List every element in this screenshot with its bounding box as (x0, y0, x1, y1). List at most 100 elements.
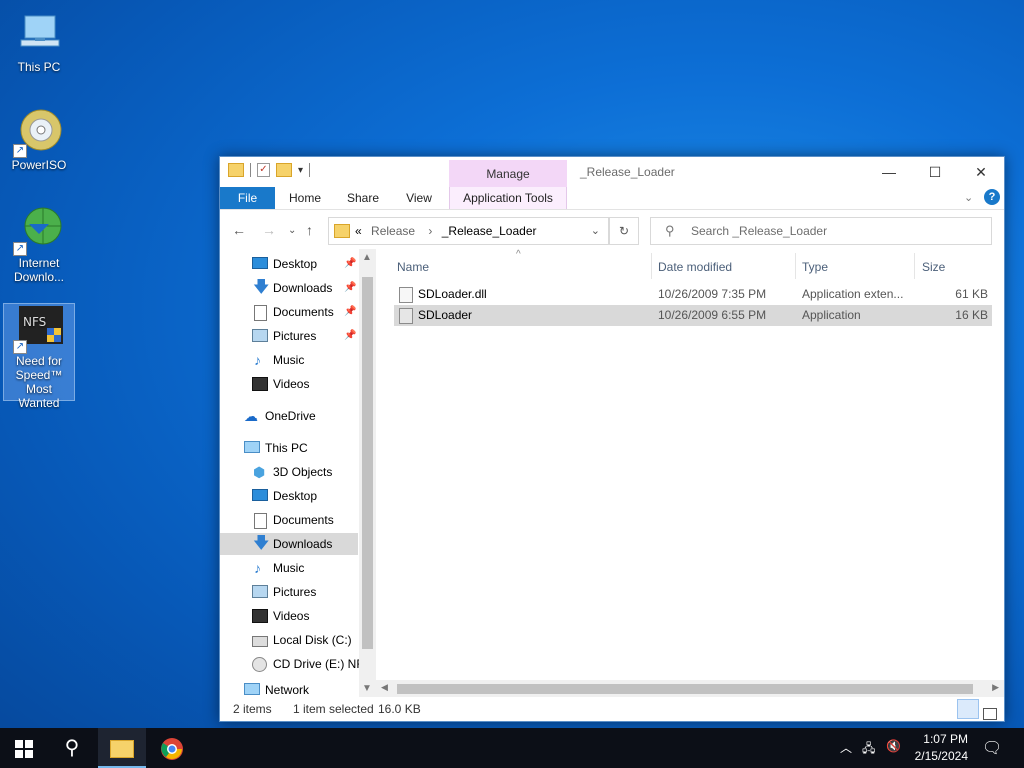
search-button[interactable]: ⚲ (48, 728, 96, 768)
column-header-size[interactable]: Size (922, 260, 945, 274)
nav-item-music[interactable]: ♪ Music (220, 349, 360, 371)
navigation-pane: Desktop 📌 🡇 Downloads 📌 Documents 📌 Pict… (220, 249, 375, 697)
back-arrow-icon[interactable]: ← (232, 222, 246, 238)
nav-item-local-disk[interactable]: Local Disk (C:) (220, 629, 360, 651)
nav-item-videos[interactable]: Videos (220, 373, 360, 395)
nav-label: CD Drive (E:) NFS (273, 657, 372, 671)
music-icon: ♪ (254, 352, 261, 368)
scrollbar-thumb[interactable] (362, 277, 373, 649)
divider (914, 253, 915, 279)
forward-arrow-icon[interactable]: → (262, 222, 276, 238)
column-header-date[interactable]: Date modified (658, 260, 732, 274)
pin-icon: 📌 (344, 282, 357, 293)
nav-item-cd-drive[interactable]: CD Drive (E:) NFS (220, 653, 372, 675)
title-bar: ✓ ▾ Manage _Release_Loader — ☐ ✕ (220, 157, 1004, 188)
scroll-down-icon[interactable]: ▼ (362, 683, 372, 694)
nav-item-music[interactable]: ♪ Music (220, 557, 360, 579)
breadcrumb-item-release-loader[interactable]: _Release_Loader (442, 224, 537, 238)
nav-item-desktop[interactable]: Desktop 📌 (220, 253, 360, 275)
tab-manage[interactable]: Manage (449, 160, 567, 188)
column-header-type[interactable]: Type (802, 260, 828, 274)
recent-locations-icon[interactable]: ⌄ (288, 225, 296, 236)
scroll-up-icon[interactable]: ▲ (362, 252, 372, 263)
shortcut-arrow-icon: ↗ (13, 340, 27, 354)
file-size: 16 KB (955, 308, 988, 322)
status-item-count: 2 items (233, 702, 272, 716)
clock[interactable]: 1:07 PM 2/15/2024 (912, 732, 968, 763)
new-folder-icon[interactable] (276, 163, 292, 177)
customize-qat-icon[interactable]: ▾ (298, 165, 303, 176)
computer-icon (244, 441, 260, 453)
nav-scrollbar[interactable]: ▲ ▼ (359, 249, 376, 697)
nav-label: Desktop (273, 489, 318, 503)
nav-item-this-pc[interactable]: This PC (220, 437, 360, 459)
tab-file[interactable]: File (220, 187, 275, 209)
nav-item-pictures[interactable]: Pictures (220, 581, 360, 603)
nav-label: OneDrive (265, 409, 316, 423)
help-icon[interactable]: ? (984, 189, 1000, 205)
scroll-left-icon[interactable]: ◀ (381, 682, 388, 693)
large-icons-view-button[interactable] (979, 699, 1001, 720)
scrollbar-thumb[interactable] (397, 684, 973, 694)
expand-ribbon-icon[interactable]: ⌄ (964, 191, 973, 204)
taskbar-chrome[interactable] (148, 728, 196, 768)
search-icon: ⚲ (64, 737, 80, 759)
desktop-icon-internet-download-manager[interactable]: ↗ Internet Downlo... (4, 206, 74, 284)
nav-label: Local Disk (C:) (273, 633, 352, 647)
file-type: Application (802, 308, 861, 322)
refresh-button[interactable]: ↻ (609, 217, 639, 245)
nav-item-downloads[interactable]: 🡇 Downloads 📌 (220, 277, 360, 299)
file-row[interactable]: SDLoader.dll 10/26/2009 7:35 PM Applicat… (394, 284, 992, 305)
breadcrumb-overflow[interactable]: « (355, 224, 362, 238)
desktop-icon-poweriso[interactable]: ↗ PowerISO (4, 108, 74, 172)
nav-item-documents[interactable]: Documents 📌 (220, 301, 360, 323)
column-headers: ^ Name Date modified Type Size (376, 249, 1004, 283)
network-tray-icon[interactable]: 🖧 (862, 739, 875, 760)
address-bar[interactable]: « Release › _Release_Loader ⌄ (328, 217, 609, 245)
desktop-icon-label: Internet Downlo... (13, 256, 65, 284)
desktop-icon-this-pc[interactable]: This PC (4, 10, 74, 74)
nav-label: Downloads (273, 537, 333, 551)
maximize-button[interactable]: ☐ (912, 157, 958, 187)
volume-muted-icon[interactable]: 🔇 (886, 739, 901, 753)
close-button[interactable]: ✕ (958, 157, 1004, 187)
chrome-icon (161, 737, 183, 760)
nav-item-network[interactable]: Network (220, 679, 360, 697)
nav-item-downloads-selected[interactable]: 🡇 Downloads (220, 533, 358, 555)
file-size: 61 KB (955, 287, 988, 301)
properties-icon[interactable]: ✓ (257, 163, 270, 177)
application-file-icon (399, 308, 413, 324)
nav-item-videos[interactable]: Videos (220, 605, 360, 627)
nav-item-3d-objects[interactable]: ⬢ 3D Objects (220, 461, 360, 483)
start-button[interactable] (0, 728, 48, 768)
taskbar-file-explorer[interactable] (98, 728, 146, 768)
tab-view[interactable]: View (394, 187, 444, 209)
search-placeholder: Search _Release_Loader (691, 224, 828, 238)
nav-item-desktop[interactable]: Desktop (220, 485, 360, 507)
chevron-up-icon[interactable]: ︿ (840, 739, 852, 756)
pictures-icon (252, 329, 268, 342)
desktop-icon (252, 489, 268, 501)
column-header-name[interactable]: Name (397, 260, 429, 274)
horizontal-scrollbar[interactable]: ◀ ▶ (376, 680, 1004, 697)
desktop-icon-need-for-speed[interactable]: NFS ↗ Need for Speed™ Most Wanted (3, 303, 75, 410)
pictures-icon (252, 585, 268, 598)
nav-item-documents[interactable]: Documents (220, 509, 360, 531)
notification-icon[interactable]: 🗨 (982, 738, 1002, 758)
breadcrumb-item-release[interactable]: Release (371, 224, 415, 238)
minimize-button[interactable]: — (866, 157, 912, 187)
nav-item-pictures[interactable]: Pictures 📌 (220, 325, 360, 347)
folder-icon (228, 163, 244, 177)
tab-application-tools[interactable]: Application Tools (449, 187, 567, 209)
tab-home[interactable]: Home (280, 187, 330, 209)
search-input[interactable]: ⚲ Search _Release_Loader (650, 217, 992, 245)
chevron-down-icon[interactable]: ⌄ (591, 224, 600, 237)
details-view-button[interactable] (957, 699, 979, 719)
nav-item-onedrive[interactable]: ☁ OneDrive (220, 405, 360, 427)
file-row-selected[interactable]: SDLoader 10/26/2009 6:55 PM Application … (394, 305, 992, 326)
pin-icon: 📌 (344, 330, 357, 341)
chevron-right-icon[interactable]: › (428, 224, 432, 238)
scroll-right-icon[interactable]: ▶ (992, 682, 999, 693)
tab-share[interactable]: Share (338, 187, 388, 209)
up-arrow-icon[interactable]: ↑ (306, 222, 313, 238)
